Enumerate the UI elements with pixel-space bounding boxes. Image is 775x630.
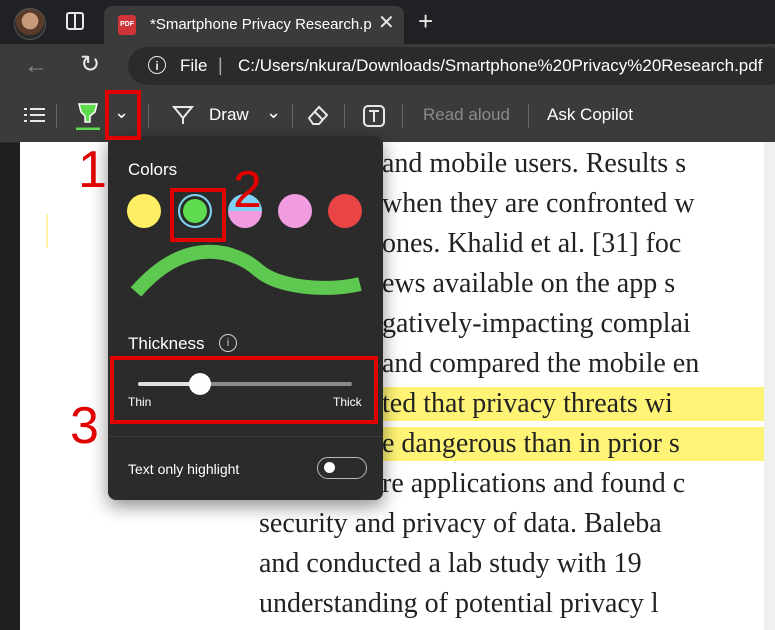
document-line: and mobile users. Results s [382,148,687,179]
color-swatch-red[interactable] [328,194,362,228]
pdf-file-icon: PDF [118,15,136,35]
document-line: ones. Khalid et al. [31] foc [382,228,682,259]
thickness-info-icon[interactable]: i [219,334,237,352]
document-line: security and privacy of data. Baleba [259,508,662,539]
annotation-box-1 [105,90,141,140]
document-line: ews available on the app s [382,268,676,299]
colors-heading: Colors [128,160,178,179]
toggle-knob [324,462,335,473]
annotation-box-2 [170,188,226,242]
toolbar-divider [344,104,345,128]
document-line: re applications and found c [382,468,686,499]
thickness-heading: Thickness [128,334,205,353]
draw-pen-icon[interactable] [172,104,194,126]
document-line: gatively-impacting complai [382,308,691,339]
contents-icon[interactable] [24,106,46,124]
text-only-highlight-toggle[interactable] [317,457,367,479]
page-mark [46,214,48,248]
refresh-icon[interactable]: ↻ [80,50,100,79]
toolbar-divider [292,104,293,128]
document-line: understanding of potential privacy l [259,588,659,619]
tab-bar: PDF *Smartphone Privacy Research.pdf ✕ + [0,0,775,44]
document-line: and compared the mobile en [382,348,700,379]
annotation-box-3 [110,356,378,424]
document-line: ted that privacy threats wi [382,388,673,419]
back-icon[interactable]: ← [24,52,48,80]
tab-active[interactable]: PDF *Smartphone Privacy Research.pdf ✕ [104,6,404,44]
new-tab-icon[interactable]: + [418,8,433,34]
document-line: when they are confronted w [382,188,695,219]
url-separator: | [218,55,223,75]
annotation-number-2: 2 [233,161,262,219]
address-bar: ← ↻ i File | C:/Users/nkura/Downloads/Sm… [0,44,775,90]
scrollbar[interactable] [764,142,775,630]
url-field[interactable]: i File | C:/Users/nkura/Downloads/Smartp… [128,47,775,85]
flyout-divider [108,436,383,437]
add-text-icon[interactable] [363,105,385,127]
toolbar-divider [528,104,529,128]
annotation-number-3: 3 [70,397,99,455]
toolbar-divider [148,104,149,128]
document-line: e dangerous than in prior s [382,428,680,459]
draw-button[interactable]: Draw [209,105,249,125]
tab-close-icon[interactable]: ✕ [378,13,395,33]
draw-options-chevron-icon[interactable]: ⌄ [266,102,281,123]
eraser-icon[interactable] [306,104,330,126]
toolbar-divider [56,104,57,128]
tab-actions-icon[interactable] [66,12,84,30]
text-only-highlight-label: Text only highlight [128,461,240,477]
ask-copilot-button[interactable]: Ask Copilot [547,105,633,125]
stroke-preview [130,244,362,297]
toolbar-divider [402,104,403,128]
url-text[interactable]: C:/Users/nkura/Downloads/Smartphone%20Pr… [238,56,762,76]
color-swatch-yellow[interactable] [127,194,161,228]
highlighter-icon[interactable] [76,102,100,130]
url-scheme-label: File [180,56,208,75]
read-aloud-button[interactable]: Read aloud [423,105,510,125]
profile-avatar[interactable] [14,8,46,40]
color-swatch-pink[interactable] [278,194,312,228]
document-line: and conducted a lab study with 19 [259,548,642,579]
tab-title: *Smartphone Privacy Research.pdf [150,16,372,33]
annotation-number-1: 1 [78,141,107,199]
site-info-icon[interactable]: i [148,56,166,74]
